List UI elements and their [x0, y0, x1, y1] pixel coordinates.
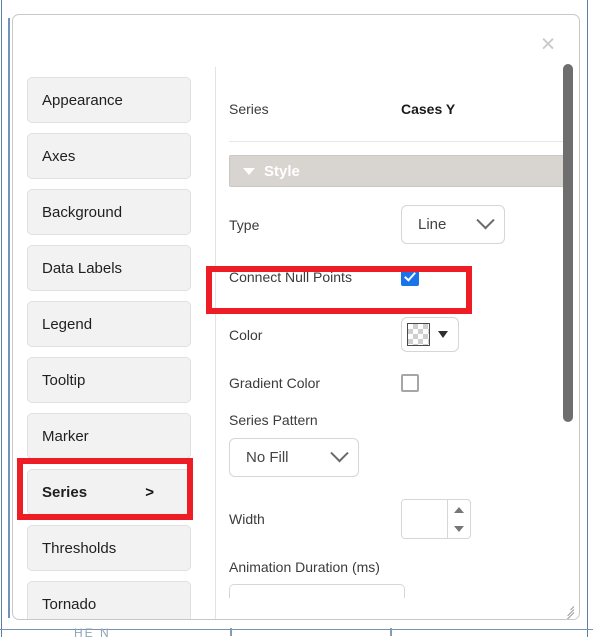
chart-properties-dialog: × Appearance Axes Background Data Labels…	[12, 14, 580, 620]
series-pattern-label: Series Pattern	[229, 412, 318, 428]
animation-duration-label: Animation Duration (ms)	[229, 559, 380, 575]
width-input[interactable]	[402, 500, 447, 538]
sidebar-item-background[interactable]: Background	[27, 189, 191, 235]
sidebar-item-label: Axes	[42, 147, 76, 165]
panel-divider	[215, 67, 216, 619]
sidebar-item-marker[interactable]: Marker	[27, 413, 191, 459]
triangle-down-icon	[243, 167, 255, 175]
sidebar-item-tooltip[interactable]: Tooltip	[27, 357, 191, 403]
sidebar-item-axes[interactable]: Axes	[27, 133, 191, 179]
width-stepper[interactable]	[401, 499, 471, 539]
sidebar-item-label: Tooltip	[42, 371, 86, 389]
sidebar-item-label: Background	[42, 203, 123, 221]
sidebar-item-series[interactable]: Series >	[27, 469, 191, 515]
connect-null-points-checkbox[interactable]	[401, 268, 419, 286]
panel-scrollbar-track[interactable]	[563, 16, 577, 619]
sidebar-item-label: Series	[42, 483, 88, 501]
width-increment-button[interactable]	[448, 500, 470, 519]
header-divider	[229, 141, 569, 142]
series-pattern-select[interactable]: No Fill	[229, 438, 359, 477]
gradient-color-row: Gradient Color	[229, 374, 565, 392]
sidebar-item-legend[interactable]: Legend	[27, 301, 191, 347]
color-picker-button[interactable]	[401, 317, 459, 352]
gradient-color-label: Gradient Color	[229, 375, 321, 391]
panel-scrollbar-thumb[interactable]	[563, 64, 573, 422]
series-name-value: Cases Y	[401, 101, 456, 117]
width-spinner-buttons	[447, 500, 470, 538]
background-ghost-text: HE N	[74, 626, 111, 637]
series-pattern-value: No Fill	[246, 449, 289, 466]
sidebar-item-thresholds[interactable]: Thresholds	[27, 525, 191, 571]
chevron-down-icon	[330, 444, 349, 463]
width-label: Width	[229, 511, 265, 527]
animation-duration-input[interactable]	[229, 584, 405, 598]
type-label: Type	[229, 216, 260, 233]
color-swatch-transparent	[407, 323, 430, 346]
series-header-row: Series Cases Y	[229, 101, 565, 131]
background-ghost-mark-2	[390, 628, 392, 636]
connect-null-points-label: Connect Null Points	[229, 269, 352, 285]
type-select-value: Line	[418, 216, 447, 233]
background-ghost-mark-1	[230, 628, 232, 636]
color-row: Color	[229, 317, 565, 352]
series-label: Series	[229, 101, 269, 117]
style-section-title: Style	[264, 162, 300, 180]
width-row: Width	[229, 499, 565, 539]
type-row: Type Line	[229, 205, 565, 244]
resize-grip-icon[interactable]	[560, 601, 575, 619]
triangle-down-icon	[454, 525, 464, 532]
style-section-header[interactable]: Style	[229, 155, 569, 187]
sidebar-item-tornado[interactable]: Tornado	[27, 581, 191, 619]
type-select[interactable]: Line	[401, 205, 505, 244]
window-border-right	[587, 0, 588, 637]
triangle-up-icon	[454, 506, 464, 513]
connect-null-points-row: Connect Null Points	[229, 268, 565, 286]
page-frame: HE N × Appearance Axes Background Data L…	[0, 0, 593, 637]
series-settings-panel: Series Cases Y Style Type Line Connect N…	[229, 101, 569, 598]
sidebar-item-label: Appearance	[42, 91, 123, 109]
caret-down-icon	[438, 331, 448, 338]
sidebar-item-data-labels[interactable]: Data Labels	[27, 245, 191, 291]
sidebar-item-label: Thresholds	[42, 539, 117, 557]
settings-category-sidebar: Appearance Axes Background Data Labels L…	[27, 77, 203, 619]
sidebar-item-label: Legend	[42, 315, 93, 333]
window-border-left	[1, 0, 2, 637]
sidebar-item-label: Marker	[42, 427, 89, 445]
close-icon[interactable]: ×	[535, 31, 561, 57]
color-label: Color	[229, 326, 263, 343]
chevron-down-icon	[476, 211, 495, 230]
sidebar-item-label: Tornado	[42, 595, 97, 613]
sidebar-item-appearance[interactable]: Appearance	[27, 77, 191, 123]
page-accent-rail	[8, 18, 10, 618]
chevron-right-icon: >	[145, 483, 154, 501]
width-decrement-button[interactable]	[448, 519, 470, 538]
sidebar-item-label: Data Labels	[42, 259, 123, 277]
gradient-color-checkbox[interactable]	[401, 374, 419, 392]
